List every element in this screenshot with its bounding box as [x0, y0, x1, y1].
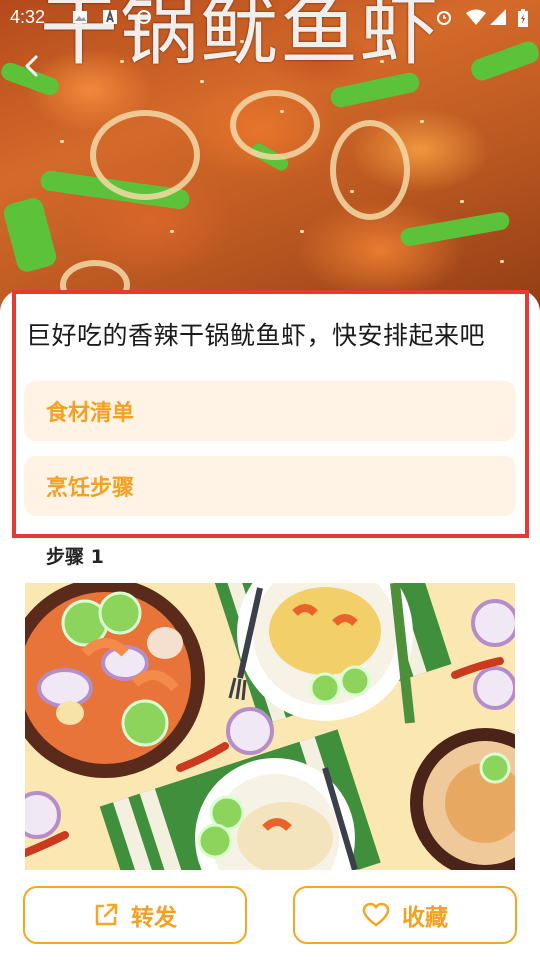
hero-image: 干锅鱿鱼虾	[0, 0, 540, 330]
cooking-steps-section[interactable]: 烹饪步骤	[24, 456, 516, 516]
ingredients-section[interactable]: 食材清单	[24, 381, 516, 441]
wifi-icon	[466, 9, 486, 25]
favorite-label: 收藏	[402, 905, 448, 931]
signal-icon	[490, 9, 506, 25]
step-label: 步骤 1	[46, 546, 104, 568]
battery-icon	[518, 9, 528, 27]
cooking-steps-section-label: 烹饪步骤	[46, 476, 135, 501]
share-button[interactable]: 转发	[23, 886, 247, 944]
heart-icon	[362, 902, 390, 927]
sync-notification-icon	[136, 9, 152, 25]
share-icon	[95, 903, 118, 926]
back-button[interactable]	[14, 48, 50, 84]
chevron-left-icon	[25, 55, 38, 77]
step-image	[25, 583, 515, 870]
share-label: 转发	[131, 905, 177, 931]
a-notification-icon	[102, 8, 118, 25]
status-bar: 4:32	[0, 0, 540, 36]
favorite-button[interactable]: 收藏	[293, 886, 517, 944]
status-time: 4:32	[10, 7, 46, 27]
alarm-icon	[436, 9, 452, 25]
ingredients-section-label: 食材清单	[46, 401, 135, 426]
image-notification-icon	[72, 9, 88, 25]
recipe-title: 巨好吃的香辣干锅鱿鱼虾，快安排起来吧	[26, 321, 486, 350]
